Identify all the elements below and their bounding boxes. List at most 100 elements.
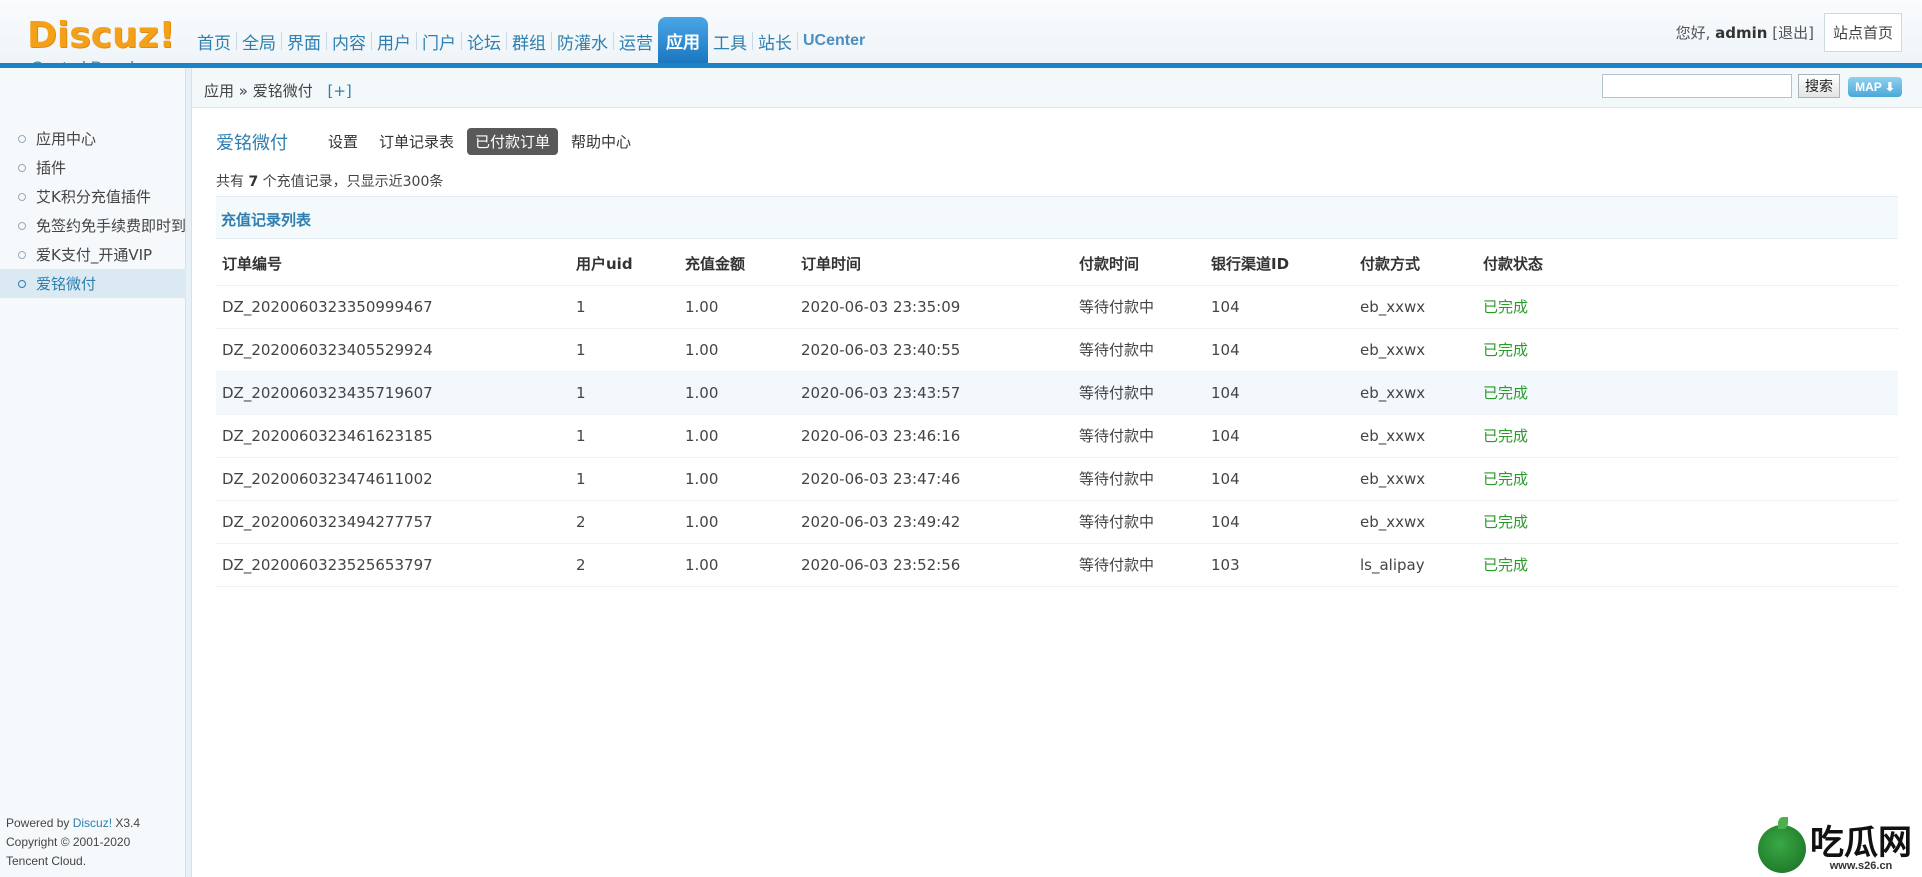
table-cell: 104 [1205,457,1354,501]
column-header: 付款状态 [1477,242,1898,286]
logout-link[interactable]: [退出] [1772,24,1814,42]
nav-item-6[interactable]: 论坛 [462,25,506,57]
nav-item-3[interactable]: 内容 [327,25,371,57]
map-button[interactable]: MAP ⬇ [1848,77,1902,97]
logo-wordmark: Discuz! [27,15,175,56]
orders-table: 订单编号 用户uid 充值金额 订单时间 付款时间 银行渠道ID 付款方式 付款状态 DZ_2… [216,242,1898,587]
watermark-url: www.s26.cn [1829,860,1893,872]
table-cell: 已完成 [1477,328,1898,372]
sidebar-item-4[interactable]: 爱K支付_开通VIP [0,240,186,269]
discuz-link[interactable]: Discuz! [73,816,112,830]
record-count: 共有 7 个充值记录，只显示近300条 [216,171,443,191]
search-button[interactable]: 搜索 [1798,74,1840,98]
table-cell: DZ_2020060323525653797 [216,543,570,587]
nav-item-13[interactable]: UCenter [798,25,870,57]
nav-item-12[interactable]: 站长 [753,25,797,57]
bullet-icon [18,250,26,259]
sidebar-item-label: 艾K积分充值插件 [36,188,151,206]
table-header-row: 订单编号 用户uid 充值金额 订单时间 付款时间 银行渠道ID 付款方式 付款状态 [216,242,1898,286]
tab-0[interactable]: 设置 [320,128,366,155]
list-header: 充值记录列表 [216,196,1898,239]
table-cell: 1 [570,414,679,458]
table-cell: 1.00 [679,414,795,458]
sidebar: 应用中心 插件 艾K积分充值插件 免签约免手续费即时到帐 爱K支付_开通VIP 爱铭微付 … [0,68,186,877]
add-shortcut-link[interactable]: [+] [328,82,352,100]
plugin-title: 爱铭微付 [216,132,288,154]
watermelon-icon [1758,817,1806,873]
table-row: DZ_2020060323405529924 1 1.00 2020-06-03 23… [216,328,1898,372]
table-cell: 1.00 [679,328,795,372]
main-nav: 首页 全局 界面 内容 用户 门户 论坛 群组 防灌水 运营 应用 工具 站长 UCenter [192,17,870,63]
column-header: 订单编号 [216,242,570,286]
table-cell: 等待付款中 [1073,500,1205,544]
sidebar-item-2[interactable]: 艾K积分充值插件 [0,182,186,211]
sidebar-item-5[interactable]: 爱铭微付 [0,269,186,298]
table-cell: 已完成 [1477,371,1898,415]
sidebar-item-0[interactable]: 应用中心 [0,124,186,153]
count-suffix: 个充值记录，只显示近300条 [258,174,444,190]
nav-item-7[interactable]: 群组 [507,25,551,57]
table-row: DZ_2020060323525653797 2 1.00 2020-06-03 23… [216,543,1898,587]
greeting-label: 您好, [1675,24,1711,42]
table-cell: eb_xxwx [1354,500,1477,544]
sub-header: 应用 » 爱铭微付 [+] 搜索 MAP ⬇ [192,68,1922,108]
nav-item-10[interactable]: 应用 [658,17,708,63]
table-cell: 等待付款中 [1073,414,1205,458]
table-cell: 2020-06-03 23:35:09 [795,285,1073,329]
table-cell: eb_xxwx [1354,457,1477,501]
table-cell: 104 [1205,285,1354,329]
tab-1[interactable]: 订单记录表 [371,128,462,155]
search-input[interactable] [1602,74,1792,98]
site-home-button[interactable]: 站点首页 [1823,13,1902,52]
table-cell: 已完成 [1477,543,1898,587]
table-cell: 等待付款中 [1073,371,1205,415]
nav-item-2[interactable]: 界面 [282,25,326,57]
nav-item-5[interactable]: 门户 [417,25,461,57]
table-cell: eb_xxwx [1354,328,1477,372]
user-area: 您好, admin [退出] 站点首页 [1676,13,1902,52]
table-cell: DZ_2020060323494277757 [216,500,570,544]
table-row: DZ_2020060323474611002 1 1.00 2020-06-03 23… [216,457,1898,501]
tab-3[interactable]: 帮助中心 [563,128,639,155]
nav-item-8[interactable]: 防灌水 [552,25,613,57]
table-cell: DZ_2020060323435719607 [216,371,570,415]
bullet-icon [18,134,26,143]
nav-item-4[interactable]: 用户 [372,25,416,57]
table-cell: eb_xxwx [1354,285,1477,329]
table-cell: 等待付款中 [1073,328,1205,372]
sidebar-item-label: 爱铭微付 [36,275,97,293]
bullet-icon [18,221,26,230]
watermark-logo: 吃瓜网 www.s26.cn [1758,817,1912,873]
nav-item-9[interactable]: 运营 [614,25,658,57]
table-cell: 2 [570,500,679,544]
table-cell: 1.00 [679,500,795,544]
table-cell: 等待付款中 [1073,543,1205,587]
nav-item-0[interactable]: 首页 [192,25,236,57]
sidebar-item-3[interactable]: 免签约免手续费即时到帐 [0,211,186,240]
column-header: 用户uid [570,242,679,286]
greeting-text: 您好, admin [退出] [1676,22,1814,43]
sidebar-item-1[interactable]: 插件 [0,153,186,182]
table-cell: 2020-06-03 23:52:56 [795,543,1073,587]
table-cell: 等待付款中 [1073,457,1205,501]
sidebar-item-label: 爱K支付_开通VIP [36,246,153,264]
top-header: Discuz! Control Panel 首页全局界面内容用户门户论坛群组防灌… [0,0,1922,77]
tab-2[interactable]: 已付款订单 [467,128,559,155]
table-cell: 2020-06-03 23:47:46 [795,457,1073,501]
leaf-icon [1778,817,1788,829]
table-cell: ls_alipay [1354,543,1477,587]
copyright-text: Copyright © 2001-2020 [6,835,131,849]
column-header: 充值金额 [679,242,795,286]
powered-by: Powered by Discuz! X3.4 Copyright © 2001… [6,814,140,871]
powered-version: X3.4 [112,816,141,830]
table-cell: 已完成 [1477,414,1898,458]
table-cell: 2020-06-03 23:40:55 [795,328,1073,372]
sidebar-item-label: 免签约免手续费即时到帐 [36,217,186,235]
table-cell: 已完成 [1477,285,1898,329]
nav-item-11[interactable]: 工具 [708,25,752,57]
list-title: 充值记录列表 [221,211,312,229]
table-cell: 104 [1205,500,1354,544]
nav-item-1[interactable]: 全局 [237,25,281,57]
table-cell: 1.00 [679,285,795,329]
table-row: DZ_2020060323494277757 2 1.00 2020-06-03 23… [216,500,1898,544]
